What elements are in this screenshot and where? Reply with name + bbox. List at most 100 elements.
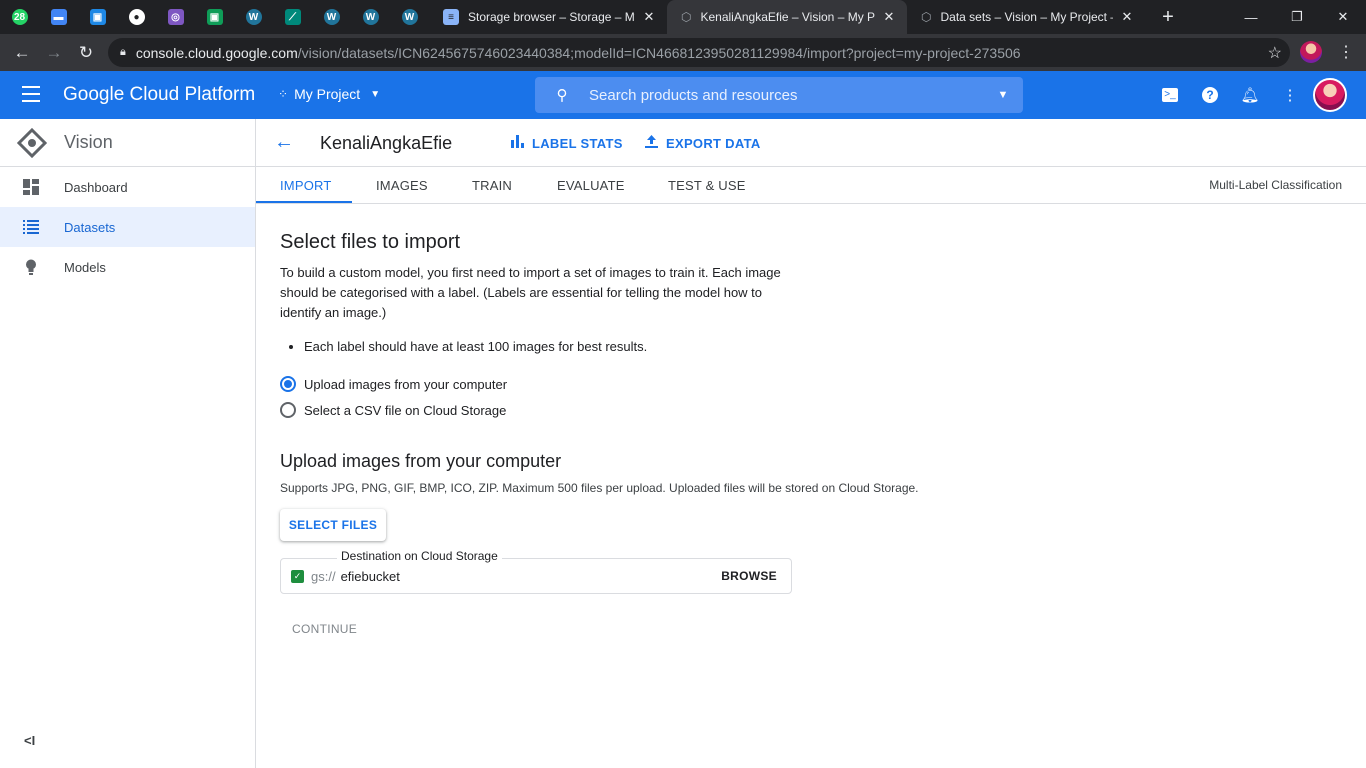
browser-tab-datasets[interactable]: ⬡ Data sets – Vision – My Project – ✕ bbox=[907, 0, 1145, 34]
dataset-header: ← KenaliAngkaEfie LABEL STATS EXPORT DAT… bbox=[256, 119, 1366, 167]
pinned-tab-wordpress[interactable]: W bbox=[390, 0, 429, 34]
sidebar-item-dashboard[interactable]: Dashboard bbox=[0, 167, 255, 207]
export-data-button[interactable]: EXPORT DATA bbox=[645, 135, 761, 151]
close-icon[interactable]: ✕ bbox=[1119, 9, 1135, 25]
pinned-tab-github[interactable]: ● bbox=[117, 0, 156, 34]
star-icon[interactable]: ☆ bbox=[1268, 43, 1282, 63]
classification-type: Multi-Label Classification bbox=[1209, 178, 1342, 192]
pinned-tab-wordpress[interactable]: W bbox=[351, 0, 390, 34]
sidebar-item-label: Dashboard bbox=[64, 179, 128, 195]
minimize-button[interactable]: — bbox=[1228, 0, 1274, 34]
browse-button[interactable]: BROWSE bbox=[721, 569, 777, 583]
collapse-sidebar-icon[interactable]: <I bbox=[24, 733, 35, 748]
radio-label: Select a CSV file on Cloud Storage bbox=[304, 402, 507, 418]
search-box[interactable]: ⚲ ▼ bbox=[535, 77, 1023, 113]
project-name: My Project bbox=[294, 86, 361, 102]
radio-upload-computer[interactable]: Upload images from your computer bbox=[280, 371, 1060, 397]
pinned-tab-wordpress[interactable]: W bbox=[234, 0, 273, 34]
tab-evaluate[interactable]: EVALUATE bbox=[557, 178, 625, 193]
restore-button[interactable]: ❐ bbox=[1274, 0, 1320, 34]
tab-import[interactable]: IMPORT bbox=[280, 178, 332, 193]
close-icon[interactable]: ✕ bbox=[641, 9, 657, 25]
project-selector[interactable]: ⁘ My Project ▼ bbox=[278, 86, 380, 102]
close-icon[interactable]: ✕ bbox=[881, 9, 897, 25]
radio-csv-cloud-storage[interactable]: Select a CSV file on Cloud Storage bbox=[280, 397, 1060, 423]
sidebar-item-label: Models bbox=[64, 259, 106, 275]
classroom-icon: ▣ bbox=[89, 9, 106, 25]
product-title[interactable]: Google Cloud Platform bbox=[63, 84, 255, 106]
radio-button-selected[interactable] bbox=[280, 376, 296, 392]
search-input[interactable] bbox=[589, 86, 983, 104]
classroom-green-icon: ▣ bbox=[206, 9, 223, 25]
bar-chart-icon bbox=[511, 135, 524, 151]
tab-title: Data sets – Vision – My Project – bbox=[940, 10, 1113, 24]
sidebar-item-label: Datasets bbox=[64, 219, 116, 235]
import-source-radio-group: Upload images from your computer Select … bbox=[280, 371, 1060, 423]
storage-icon: ≡ bbox=[443, 9, 459, 25]
gcp-favicon-icon: ⬡ bbox=[921, 10, 932, 24]
new-tab-button[interactable]: + bbox=[1153, 6, 1183, 29]
pinned-tab-whatsapp[interactable]: 28 bbox=[0, 0, 39, 34]
bookmark-icon: ▬ bbox=[50, 9, 67, 25]
notification-badge: 28 bbox=[13, 11, 26, 23]
back-arrow-icon[interactable]: ← bbox=[6, 37, 38, 69]
supported-formats-text: Supports JPG, PNG, GIF, BMP, ICO, ZIP. M… bbox=[280, 481, 919, 495]
tab-test-and-use[interactable]: TEST & USE bbox=[668, 178, 746, 193]
bucket-name[interactable]: efiebucket bbox=[341, 569, 400, 584]
gcp-header: Google Cloud Platform ⁘ My Project ▼ ⚲ ▼… bbox=[0, 71, 1366, 119]
radio-button[interactable] bbox=[280, 402, 296, 418]
more-options-icon[interactable]: ⋮ bbox=[1279, 84, 1301, 106]
checkmark-icon: ✓ bbox=[291, 569, 304, 583]
pinned-tab-bookmark[interactable]: ▬ bbox=[39, 0, 78, 34]
forward-arrow-icon[interactable]: → bbox=[38, 37, 70, 69]
import-panel: Select files to import To build a custom… bbox=[280, 231, 1060, 636]
sidebar-item-datasets[interactable]: Datasets bbox=[0, 207, 255, 247]
browser-tab-strip: 28 ▬ ▣ ● ◎ ▣ W ⟋ W W W ≡ Storage browser… bbox=[0, 0, 1366, 34]
section-title: Select files to import bbox=[280, 231, 461, 253]
project-dots-icon: ⁘ bbox=[278, 87, 289, 101]
wordpress-icon: W bbox=[245, 9, 262, 25]
browser-menu-icon[interactable]: ⋮ bbox=[1338, 42, 1354, 62]
pinned-tab-classroom-green[interactable]: ▣ bbox=[195, 0, 234, 34]
help-icon[interactable]: ? bbox=[1199, 84, 1221, 106]
hamburger-menu-icon[interactable] bbox=[22, 86, 40, 107]
destination-field[interactable]: Destination on Cloud Storage ✓ gs:// efi… bbox=[280, 549, 792, 594]
sidebar-item-models[interactable]: Models bbox=[0, 247, 255, 287]
list-icon bbox=[0, 220, 64, 234]
back-arrow-icon[interactable]: ← bbox=[274, 131, 294, 154]
dropdown-caret-icon: ▼ bbox=[370, 88, 381, 100]
search-dropdown-icon[interactable]: ▼ bbox=[983, 89, 1023, 101]
destination-label: Destination on Cloud Storage bbox=[337, 549, 502, 563]
cloud-shell-icon[interactable]: >_ bbox=[1159, 84, 1181, 106]
gs-prefix: gs:// bbox=[311, 568, 336, 584]
pinned-tab-site[interactable]: ◎ bbox=[156, 0, 195, 34]
url-field[interactable]: 🔒︎ console.cloud.google.com/vision/datas… bbox=[108, 38, 1290, 67]
tab-images[interactable]: IMAGES bbox=[376, 178, 428, 193]
continue-button[interactable]: CONTINUE bbox=[292, 622, 1060, 636]
lightbulb-icon bbox=[0, 259, 64, 275]
notifications-bell-icon[interactable]: 🔔︎ bbox=[1239, 84, 1261, 106]
pinned-tab-wordpress[interactable]: W bbox=[312, 0, 351, 34]
label-stats-button[interactable]: LABEL STATS bbox=[511, 135, 623, 151]
reload-icon[interactable]: ↻ bbox=[70, 37, 102, 69]
tips-list: Each label should have at least 100 imag… bbox=[304, 339, 1060, 354]
github-icon: ● bbox=[128, 9, 145, 25]
window-close-button[interactable]: ✕ bbox=[1320, 0, 1366, 34]
vision-sidebar: Vision Dashboard Datasets Models <I bbox=[0, 119, 256, 768]
wordpress-icon: W bbox=[362, 9, 379, 25]
profile-avatar[interactable] bbox=[1300, 41, 1322, 63]
active-tab-indicator bbox=[256, 201, 352, 203]
pinned-tab-classroom[interactable]: ▣ bbox=[78, 0, 117, 34]
pinned-tab-feather[interactable]: ⟋ bbox=[273, 0, 312, 34]
tab-title: Storage browser – Storage – My P bbox=[468, 10, 635, 24]
sidebar-title: Vision bbox=[64, 132, 113, 152]
browser-tab-vision[interactable]: ⬡ KenaliAngkaEfie – Vision – My Pr ✕ bbox=[667, 0, 907, 34]
address-bar: ← → ↻ 🔒︎ console.cloud.google.com/vision… bbox=[0, 34, 1366, 71]
browser-tab-storage[interactable]: ≡ Storage browser – Storage – My P ✕ bbox=[429, 0, 667, 34]
tab-train[interactable]: TRAIN bbox=[472, 178, 512, 193]
wordpress-icon: W bbox=[323, 9, 340, 25]
account-avatar[interactable] bbox=[1313, 78, 1347, 112]
label-stats-label: LABEL STATS bbox=[532, 135, 623, 151]
select-files-button[interactable]: SELECT FILES bbox=[280, 509, 386, 541]
import-description: To build a custom model, you first need … bbox=[280, 265, 781, 320]
